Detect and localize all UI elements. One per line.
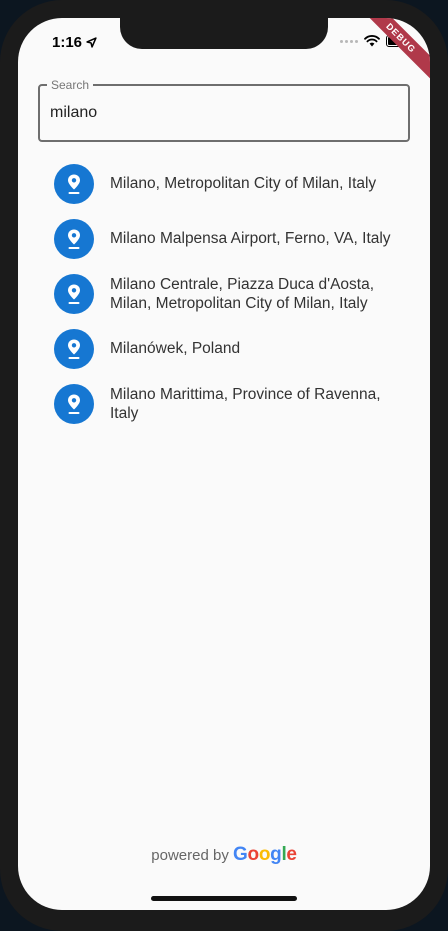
search-input-value[interactable]: milano	[50, 104, 97, 122]
app-screen: 1:16 DEBUG Search milano Milano, Metropo…	[18, 18, 430, 910]
google-logo: Google	[233, 844, 297, 865]
list-item[interactable]: Milano, Metropolitan City of Milan, Ital…	[18, 156, 430, 211]
result-label: Milano Centrale, Piazza Duca d'Aosta, Mi…	[110, 275, 375, 312]
result-label: Milano Malpensa Airport, Ferno, VA, Ital…	[110, 230, 391, 247]
location-pin-icon	[54, 273, 94, 314]
location-pin-icon	[54, 383, 94, 424]
status-time-text: 1:16	[52, 34, 83, 51]
result-label: Milanówek, Poland	[110, 340, 241, 357]
debug-banner: DEBUG	[356, 18, 430, 83]
result-label: Milano, Metropolitan City of Milan, Ital…	[110, 175, 377, 192]
results-list: Milano, Metropolitan City of Milan, Ital…	[18, 156, 430, 431]
search-input[interactable]: Search milano	[38, 78, 410, 142]
device-frame: 1:16 DEBUG Search milano Milano, Metropo…	[0, 0, 448, 931]
device-notch	[120, 18, 328, 49]
status-time: 1:16	[52, 34, 97, 51]
home-indicator[interactable]	[151, 896, 297, 901]
result-label: Milano Marittima, Province of Ravenna, I…	[110, 385, 381, 422]
powered-by-text: powered by	[151, 847, 229, 864]
location-pin-icon	[54, 163, 94, 204]
list-item[interactable]: Milano Malpensa Airport, Ferno, VA, Ital…	[18, 211, 430, 266]
wifi-icon	[364, 35, 380, 47]
search-label: Search	[47, 78, 94, 92]
list-item[interactable]: Milano Centrale, Piazza Duca d'Aosta, Mi…	[18, 266, 430, 321]
cellular-signal-icon	[340, 39, 358, 43]
list-item[interactable]: Milano Marittima, Province of Ravenna, I…	[18, 376, 430, 431]
list-item[interactable]: Milanówek, Poland	[18, 321, 430, 376]
location-pin-icon	[54, 218, 94, 259]
powered-by-google: powered by Google	[18, 844, 430, 866]
location-arrow-icon	[86, 37, 97, 48]
location-pin-icon	[54, 328, 94, 369]
